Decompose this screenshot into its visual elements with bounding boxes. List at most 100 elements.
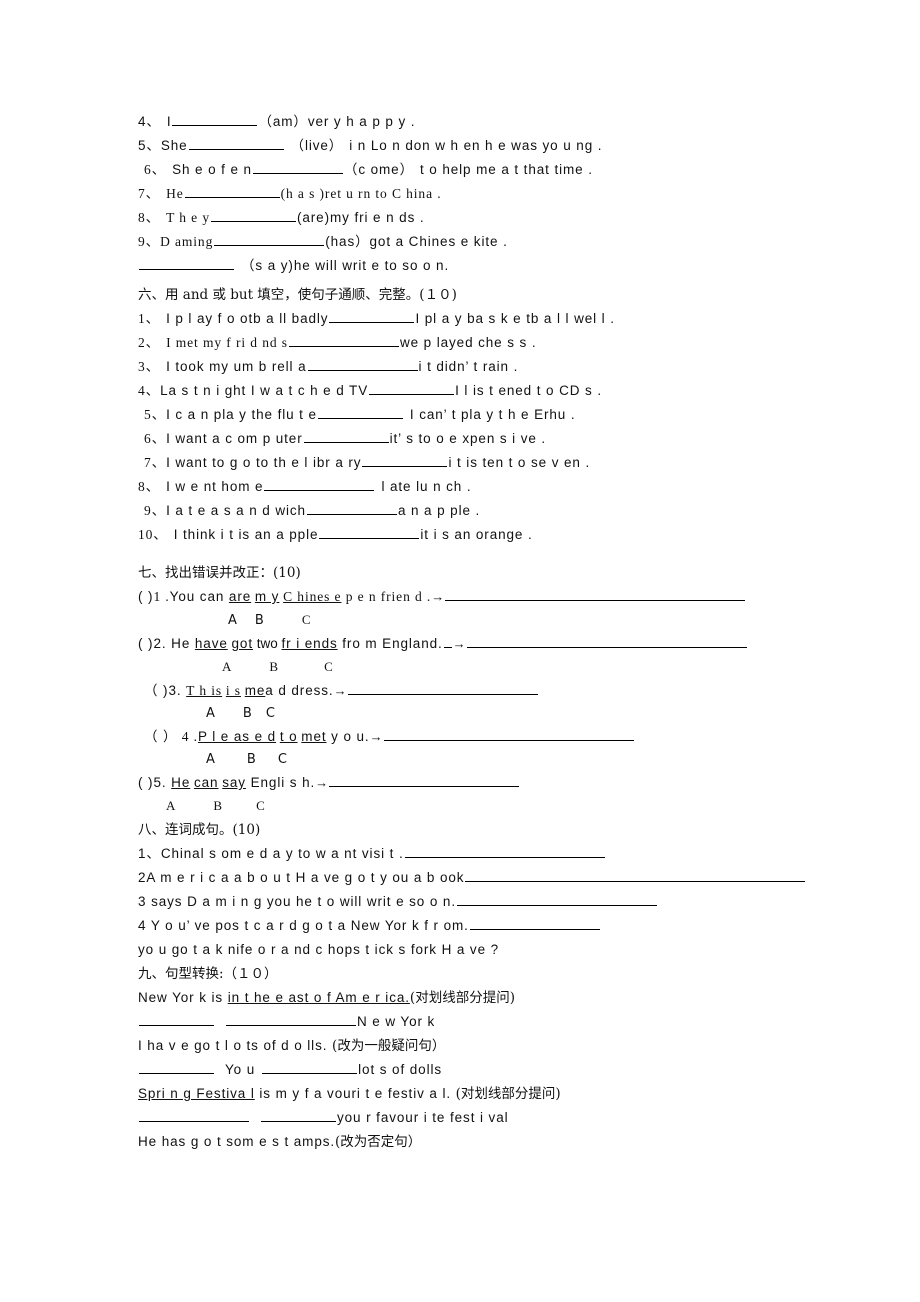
item-text-left: La s t n i ght I w a t c h e d TV: [160, 383, 369, 398]
answer-blank[interactable]: [303, 429, 389, 443]
item-paren: （s a y): [241, 258, 294, 273]
item-text: yo u go t a k nife o r a nd c hops t ick…: [138, 942, 500, 957]
section-six-item: 1、 I p l ay f o otb a ll badly I pl a y ba…: [138, 307, 838, 331]
item-paren: （am）: [258, 114, 308, 129]
item-number: 10、: [138, 527, 168, 542]
item-text-left: I want to g o to th e l ibr a ry: [166, 455, 362, 470]
answer-blank[interactable]: [466, 634, 747, 648]
choice-b-text[interactable]: t o: [280, 729, 298, 744]
section-six-item: 7、I want to g o to th e l ibr a ry i t is…: [138, 451, 838, 475]
prompt-underlined-text: Spri n g Festiva l: [138, 1086, 255, 1101]
choice-a-text[interactable]: are: [229, 589, 251, 604]
choice-label-b: B: [269, 659, 279, 674]
answer-blank[interactable]: [226, 1012, 356, 1026]
item-paren: （c ome）: [343, 162, 414, 177]
choice-a-text[interactable]: T h is: [186, 683, 222, 698]
choice-label-b: B: [254, 613, 264, 628]
prompt-note: (改为一般疑问句）: [332, 1038, 446, 1054]
answer-blank[interactable]: [329, 309, 415, 323]
prompt-note: (对划线部分提问): [455, 1086, 561, 1102]
item-bracket[interactable]: （ ）: [144, 729, 177, 744]
choice-label-a: A: [228, 613, 237, 628]
choice-a-text[interactable]: have: [195, 636, 228, 651]
fill-blank-item: 4、 I （am）ver y h a p p y .: [138, 110, 838, 134]
item-text-before: I: [166, 114, 172, 129]
item-paren: (are): [296, 210, 330, 225]
choice-c-text[interactable]: C hines e: [283, 589, 341, 604]
item-bracket[interactable]: ( ): [138, 636, 153, 651]
answer-blank[interactable]: [456, 892, 657, 906]
answer-blank[interactable]: [139, 1108, 249, 1122]
section-eight-heading: 八、连词成句。(10): [138, 822, 261, 838]
item-number: 5、: [138, 138, 161, 153]
answer-blank[interactable]: [306, 501, 397, 515]
answer-blank[interactable]: [172, 112, 258, 126]
choice-b-text[interactable]: m y: [255, 589, 279, 604]
prompt-text-before: New Yor k is: [138, 990, 228, 1005]
section-seven-item: （ ） 4 .P l e as e d t o met y o u.→: [138, 725, 838, 749]
item-number: 4 .: [177, 729, 198, 744]
choice-c-text[interactable]: me: [245, 683, 266, 698]
item-text-left: I w e nt hom e: [166, 479, 264, 494]
item-text-left: I want a c om p uter: [166, 431, 303, 446]
section-six-item: 9、I a t e a s a n d wich a n a p ple .: [138, 499, 838, 523]
answer-blank[interactable]: [317, 405, 403, 419]
section-six-item: 4、La s t n i ght I w a t c h e d TV I l i…: [138, 379, 838, 403]
answer-blank[interactable]: [465, 868, 806, 882]
choice-labels-row: A B C: [138, 795, 838, 818]
document-page: 4、 I （am）ver y h a p p y . 5、She （live） i n …: [0, 0, 920, 1302]
choice-label-b: B: [213, 798, 223, 813]
item-number: 1、: [138, 311, 161, 326]
item-number: 6、: [144, 162, 167, 177]
item-bracket[interactable]: （ ): [144, 683, 168, 698]
answer-blank[interactable]: [445, 587, 746, 601]
item-bracket[interactable]: ( ): [138, 775, 153, 790]
choice-b-text[interactable]: i s: [226, 683, 241, 698]
section-eight-item: 3 says D a m i n g you he t o will writ …: [138, 890, 838, 914]
answer-blank[interactable]: [288, 333, 399, 347]
item-text-after: i n Lo n don w h en h e was yo u ng .: [349, 138, 603, 153]
choice-c-text[interactable]: say: [222, 775, 246, 790]
choice-b-text[interactable]: got: [232, 636, 253, 651]
item-text-before: Sh e o f e n: [172, 162, 252, 177]
choice-c-text[interactable]: fr i ends: [282, 636, 338, 651]
answer-blank[interactable]: [469, 916, 600, 930]
answer-blank[interactable]: [184, 184, 280, 198]
answer-blank[interactable]: [139, 256, 234, 270]
choice-labels-row: A B C: [138, 609, 838, 632]
answer-blank[interactable]: [307, 357, 418, 371]
choice-label-c: C: [324, 659, 333, 674]
answer-blank[interactable]: [262, 1060, 358, 1074]
answer-blank[interactable]: [383, 727, 634, 741]
item-bracket[interactable]: ( ): [138, 589, 153, 604]
choice-b-text[interactable]: can: [194, 775, 218, 790]
answer-blank[interactable]: [369, 381, 455, 395]
answer-blank[interactable]: [139, 1012, 214, 1026]
answer-blank[interactable]: [362, 453, 448, 467]
answer-blank[interactable]: [252, 160, 343, 174]
arrow-icon: →: [452, 636, 466, 651]
choice-a-text[interactable]: P l e as e d: [198, 729, 276, 744]
answer-blank[interactable]: [404, 844, 605, 858]
choice-label-b: B: [242, 706, 252, 721]
section-nine-answer: Yo u lot s of dolls: [138, 1058, 838, 1082]
item-text-left: I met my f ri d nd s: [166, 335, 288, 350]
choice-label-b: B: [246, 752, 256, 767]
answer-blank[interactable]: [329, 773, 520, 787]
answer-blank[interactable]: [264, 477, 375, 491]
answer-blank[interactable]: [139, 1060, 214, 1074]
answer-blank[interactable]: [210, 208, 296, 222]
item-text-after: a d dress.: [265, 683, 334, 698]
answer-mid: Yo u: [225, 1062, 256, 1077]
fill-blank-item: 7、 He (h a s )ret u rn to C hina .: [138, 182, 838, 206]
choice-a-text[interactable]: He: [171, 775, 190, 790]
answer-blank[interactable]: [261, 1108, 336, 1122]
choice-c-text[interactable]: met: [301, 729, 326, 744]
answer-blank[interactable]: [214, 232, 325, 246]
answer-blank[interactable]: [347, 681, 538, 695]
item-number: 7、: [138, 186, 161, 201]
item-number: 2.: [153, 636, 167, 651]
answer-blank[interactable]: [319, 525, 420, 539]
answer-blank[interactable]: [188, 136, 284, 150]
section-nine-heading: 九、句型转换:（１０）: [138, 966, 278, 982]
